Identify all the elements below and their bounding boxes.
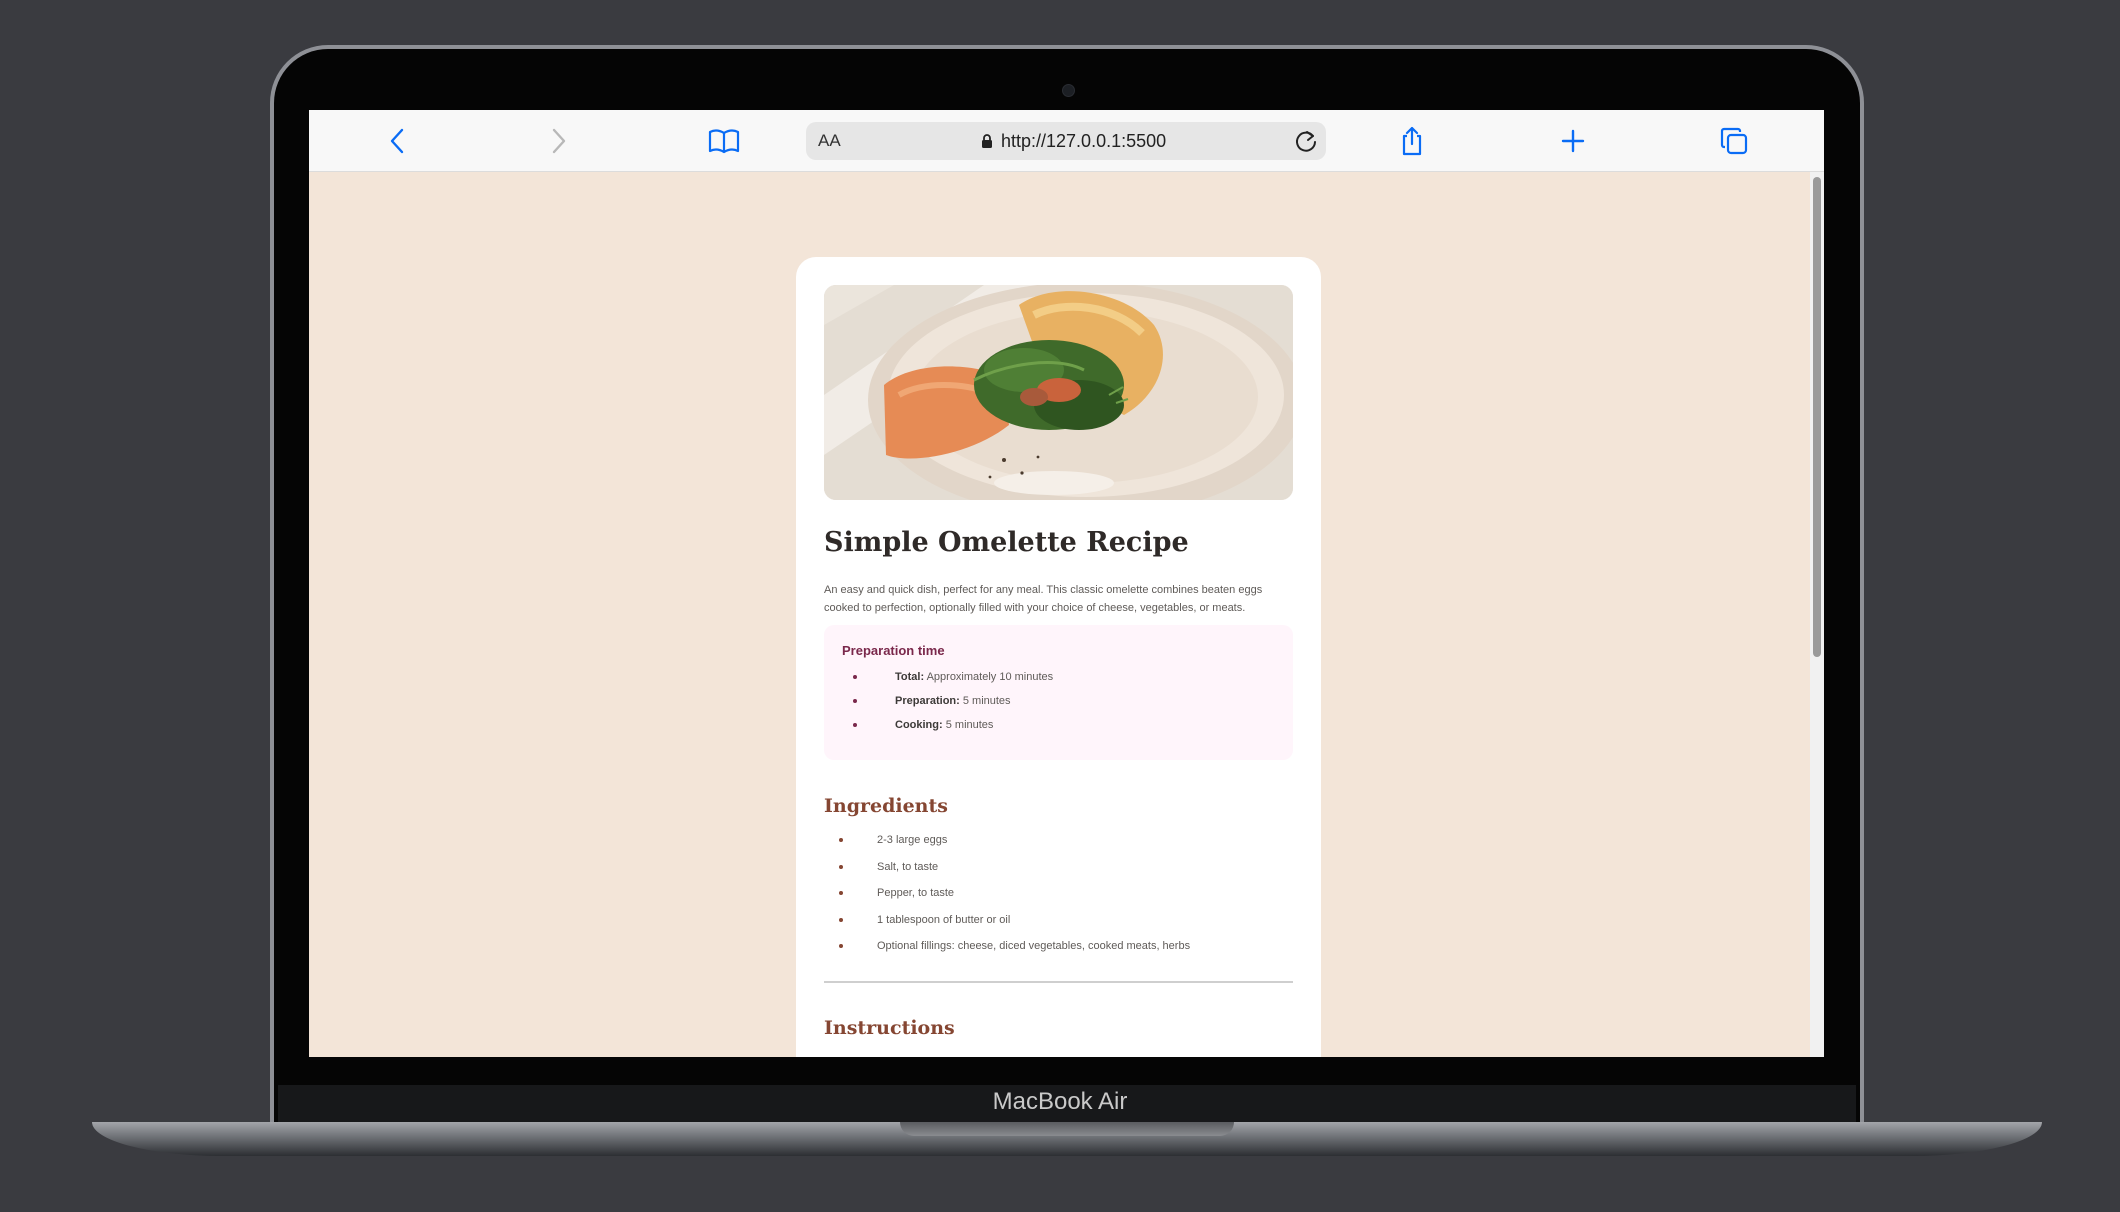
list-item: Optional fillings: cheese, diced vegetab…	[824, 933, 1190, 960]
browser-toolbar: AA http://127.0.0.1:5500	[309, 110, 1824, 172]
recipe-description: An easy and quick dish, perfect for any …	[824, 584, 1263, 614]
tabs-icon[interactable]	[1716, 123, 1752, 159]
preparation-list: Total: Approximately 10 minutes Preparat…	[850, 665, 1053, 737]
section-divider	[824, 981, 1293, 983]
browser-window: AA http://127.0.0.1:5500 Simple Omelette…	[309, 110, 1824, 1057]
ingredients-heading: Ingredients	[824, 795, 948, 817]
url-field[interactable]: http://127.0.0.1:5500	[981, 131, 1166, 152]
instructions-heading: Instructions	[824, 1017, 955, 1039]
list-item: Salt, to taste	[824, 854, 1190, 881]
list-item: Pepper, to taste	[824, 880, 1190, 907]
url-text: http://127.0.0.1:5500	[1001, 131, 1167, 151]
device-label: MacBook Air	[992, 1088, 1128, 1115]
text-size-button[interactable]: AA	[818, 131, 841, 151]
lock-icon	[982, 134, 992, 148]
preparation-box: Preparation time Total: Approximately 10…	[824, 625, 1293, 760]
forward-icon[interactable]	[541, 123, 577, 159]
address-bar[interactable]: AA http://127.0.0.1:5500	[806, 122, 1326, 160]
recipe-card: Simple Omelette Recipe An easy and quick…	[796, 257, 1321, 1057]
ingredients-list: 2-3 large eggs Salt, to taste Pepper, to…	[824, 827, 1190, 960]
omelette-image	[824, 285, 1293, 500]
laptop-mockup: AA http://127.0.0.1:5500 Simple Omelette…	[0, 0, 2120, 1212]
list-item: 1 tablespoon of butter or oil	[824, 907, 1190, 934]
scrollbar[interactable]	[1810, 172, 1824, 1057]
new-tab-icon[interactable]	[1555, 123, 1591, 159]
laptop-hinge-notch	[900, 1122, 1234, 1136]
bookmarks-icon[interactable]	[706, 123, 742, 159]
list-item: Total: Approximately 10 minutes	[850, 665, 1053, 689]
reload-icon[interactable]	[1294, 128, 1318, 159]
scrollbar-thumb[interactable]	[1813, 177, 1821, 657]
share-icon[interactable]	[1394, 123, 1430, 159]
list-item: Preparation: 5 minutes	[850, 689, 1053, 713]
back-icon[interactable]	[379, 123, 415, 159]
camera-icon	[1062, 84, 1075, 97]
page-title: Simple Omelette Recipe	[824, 527, 1189, 558]
preparation-heading: Preparation time	[842, 643, 945, 658]
list-item: Cooking: 5 minutes	[850, 713, 1053, 737]
list-item: 2-3 large eggs	[824, 827, 1190, 854]
